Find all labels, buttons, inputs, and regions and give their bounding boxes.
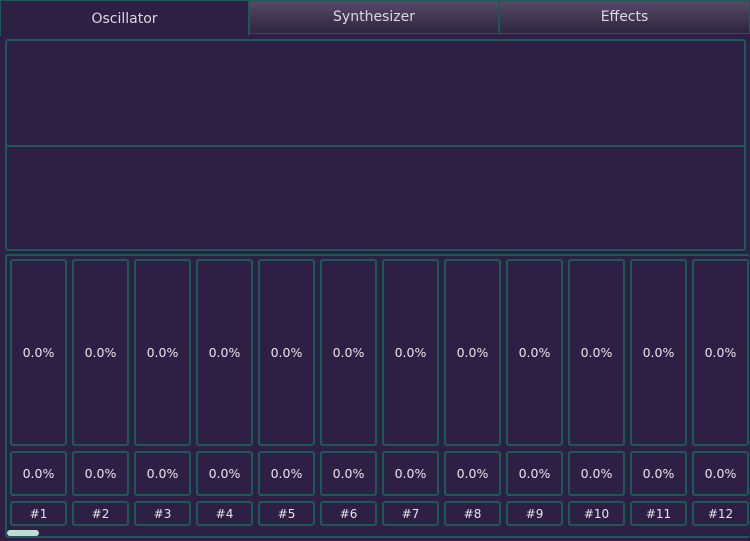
channel-value-knob[interactable]: 0.0% [382,451,439,496]
channel-level-slider[interactable]: 0.0% [382,259,439,446]
channel-label-button[interactable]: #4 [196,501,253,526]
channel-label-button[interactable]: #5 [258,501,315,526]
channel-label-button[interactable]: #3 [134,501,191,526]
channel-value-knob[interactable]: 0.0% [506,451,563,496]
channel-value-knob[interactable]: 0.0% [72,451,129,496]
channel-level-slider[interactable]: 0.0% [568,259,625,446]
channel-value-knob[interactable]: 0.0% [134,451,191,496]
channel-level-slider[interactable]: 0.0% [506,259,563,446]
channel-level-slider[interactable]: 0.0% [320,259,377,446]
channel-level-slider[interactable]: 0.0% [258,259,315,446]
channel-value-knob[interactable]: 0.0% [444,451,501,496]
channel-label-button[interactable]: #6 [320,501,377,526]
channel-label-button[interactable]: #1 [10,501,67,526]
channel-level-slider[interactable]: 0.0% [196,259,253,446]
channel-label-button[interactable]: #2 [72,501,129,526]
channel-label-button[interactable]: #10 [568,501,625,526]
channel-level-slider[interactable]: 0.0% [630,259,687,446]
channel-label-button[interactable]: #9 [506,501,563,526]
waveform-display [5,39,746,251]
channel-value-knob[interactable]: 0.0% [692,451,749,496]
channel-label-button[interactable]: #12 [692,501,749,526]
channel-level-slider[interactable]: 0.0% [72,259,129,446]
channel-value-knob[interactable]: 0.0% [258,451,315,496]
channel-label-button[interactable]: #11 [630,501,687,526]
channel-value-knob[interactable]: 0.0% [320,451,377,496]
tab-oscillator[interactable]: Oscillator [0,0,249,36]
channel-level-slider[interactable]: 0.0% [444,259,501,446]
tab-effects[interactable]: Effects [499,0,750,34]
channel-value-knob[interactable]: 0.0% [10,451,67,496]
channel-level-slider[interactable]: 0.0% [692,259,749,446]
channel-level-slider[interactable]: 0.0% [10,259,67,446]
tab-synthesizer[interactable]: Synthesizer [249,0,499,34]
channel-level-slider[interactable]: 0.0% [134,259,191,446]
channel-label-button[interactable]: #7 [382,501,439,526]
waveform-divider [7,145,744,147]
channel-value-knob[interactable]: 0.0% [568,451,625,496]
horizontal-scrollbar-thumb[interactable] [7,530,39,536]
channel-label-button[interactable]: #8 [444,501,501,526]
channel-value-knob[interactable]: 0.0% [630,451,687,496]
channel-value-knob[interactable]: 0.0% [196,451,253,496]
